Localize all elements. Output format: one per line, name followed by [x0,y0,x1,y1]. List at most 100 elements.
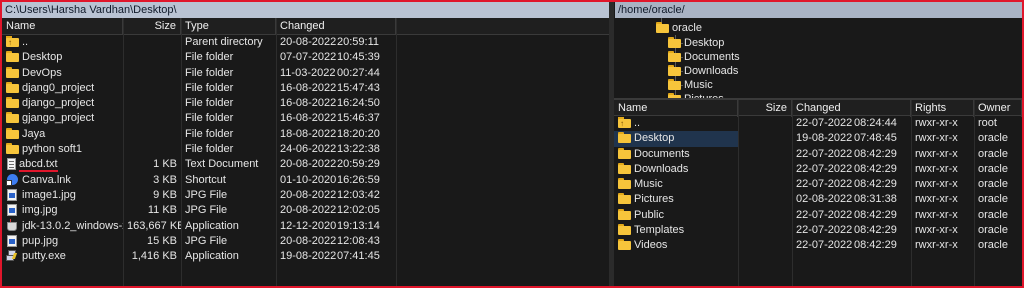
remote-file-name-cell[interactable]: Documents [614,147,738,162]
table-row[interactable]: abcd.txt 1 KB Text Document 20-08-2022 20:59… [2,157,609,173]
local-column-header: ⌃ Name Size Type Changed [2,18,609,35]
remote-file-name-cell[interactable]: Templates [614,223,738,238]
remote-file-size [738,162,792,177]
remote-file-name-cell[interactable]: Desktop [614,131,738,147]
column-changed-header[interactable]: Changed [276,18,396,35]
remote-file-date: 22-07-2022 [796,224,853,237]
table-row[interactable]: gjango_project File folder 16-08-2022 15:46… [2,111,609,126]
folder-icon [618,208,631,220]
file-name-cell[interactable]: gjango_project [2,111,123,126]
file-name-cell[interactable]: Jaya [2,127,123,142]
column-name-header[interactable]: ⌃ Name [2,18,123,35]
remote-file-time: 08:42:29 [854,178,897,191]
table-row[interactable]: DevOps File folder 11-03-2022 00:27:44 [2,66,609,81]
table-row[interactable]: python soft1 File folder 24-06-2022 13:22:3… [2,142,609,157]
remote-path-bar[interactable]: /home/oracle/ [615,2,1022,18]
remote-file-name-cell[interactable]: Pictures [614,192,738,207]
table-row[interactable]: img.jpg 11 KB JPG File 20-08-2022 12:02:05 [2,203,609,218]
file-name: Desktop [22,51,63,64]
file-name: abcd.txt [19,158,58,173]
table-row[interactable]: Videos 22-07-2022 08:42:29 rwxr-xr-x oracle [614,238,1022,253]
table-row[interactable]: Jaya File folder 18-08-2022 18:20:20 [2,127,609,142]
table-row[interactable]: Pictures 02-08-2022 08:31:38 rwxr-xr-x oracl… [614,192,1022,207]
column-size-label: Size [154,20,176,32]
file-name: jdk-13.0.2_windows-x6... [22,219,123,232]
file-time: 20:59:11 [337,36,380,48]
file-name-cell[interactable]: img.jpg [2,203,123,218]
remote-file-name-cell[interactable]: Music [614,177,738,192]
remote-file-date: 22-07-2022 [796,208,853,221]
remote-file-name-cell[interactable]: Downloads [614,162,738,177]
file-name-cell[interactable]: python soft1 [2,142,123,157]
remote-file-rights: rwxr-xr-x [915,147,958,160]
column-type-header[interactable]: Type [181,18,276,35]
file-name-cell[interactable]: putty.exe [2,249,123,264]
file-time: 13:22:38 [337,143,380,156]
table-row[interactable]: Desktop File folder 07-07-2022 10:45:39 [2,50,609,65]
file-type: JPG File [185,204,228,217]
file-name-cell[interactable]: django_project [2,96,123,111]
file-date: 20-08-2022 [280,158,337,171]
file-date: 24-06-2022 [280,143,337,156]
remote-column-size-header[interactable]: Size [738,100,792,117]
remote-column-size-label: Size [765,102,787,114]
file-name-cell[interactable]: Desktop [2,50,123,65]
remote-file-time: 08:42:29 [854,208,897,221]
folder-icon [6,143,19,155]
file-name-cell[interactable]: djang0_project [2,81,123,96]
remote-column-rights-header[interactable]: Rights [911,100,974,117]
table-row[interactable]: djang0_project File folder 16-08-2022 15:47… [2,81,609,96]
file-name: img.jpg [22,204,58,217]
tree-item-desktop[interactable]: Desktop [668,36,724,50]
table-row[interactable]: ↑.. Parent directory 20-08-2022 20:59:11 [2,35,609,50]
remote-file-name-cell[interactable]: Videos [614,238,738,253]
table-row[interactable]: django_project File folder 16-08-2022 16:24… [2,96,609,111]
tree-item-oracle[interactable]: oracle [656,21,702,35]
table-row[interactable]: Templates 22-07-2022 08:42:29 rwxr-xr-x orac… [614,223,1022,238]
remote-column-name-header[interactable]: ⌃ Name [614,100,738,117]
remote-panel: /home/oracle/ oracle Desktop Documents Down… [614,2,1022,286]
remote-file-date: 22-07-2022 [796,239,853,252]
table-row[interactable]: pup.jpg 15 KB JPG File 20-08-2022 12:08:43 [2,234,609,249]
column-changed-label: Changed [280,20,325,32]
remote-file-owner: root [978,117,997,129]
remote-file-rights: rwxr-xr-x [915,162,958,175]
table-row[interactable]: Documents 22-07-2022 08:42:29 rwxr-xr-x orac… [614,147,1022,162]
remote-file-owner: oracle [978,208,1008,221]
folder-icon [656,22,669,33]
local-path-bar[interactable]: C:\Users\Harsha Vardhan\Desktop\ [2,2,609,18]
remote-file-rights: rwxr-xr-x [915,132,958,145]
table-row[interactable]: putty.exe 1,416 KB Application 19-08-2022 07… [2,249,609,264]
file-name-cell[interactable]: DevOps [2,66,123,81]
tree-item-downloads[interactable]: Downloads [668,64,738,78]
tree-item-documents[interactable]: Documents [668,50,740,64]
file-size [123,127,181,142]
file-name-cell[interactable]: pup.jpg [2,234,123,249]
file-name-cell[interactable]: abcd.txt [2,157,123,173]
file-type: Application [185,219,239,232]
table-row[interactable]: ↑.. 22-07-2022 08:24:44 rwxr-xr-x root [614,116,1022,131]
remote-column-changed-header[interactable]: Changed [792,100,911,117]
tree-item-music[interactable]: Music [668,78,713,92]
remote-column-owner-header[interactable]: Owner [974,100,1022,117]
remote-file-name-cell[interactable]: ↑.. [614,116,738,131]
remote-file-name-cell[interactable]: Public [614,208,738,223]
remote-column-changed-label: Changed [796,102,841,114]
remote-file-time: 08:42:29 [854,162,897,175]
file-name-cell[interactable]: image1.jpg [2,188,123,203]
file-time: 07:41:45 [337,250,380,263]
file-name-cell[interactable]: jdk-13.0.2_windows-x6... [2,218,123,234]
table-row[interactable]: Downloads 22-07-2022 08:42:29 rwxr-xr-x orac… [614,162,1022,177]
file-size [123,111,181,126]
file-name-cell[interactable]: Canva.lnk [2,173,123,188]
table-row[interactable]: jdk-13.0.2_windows-x6... 163,667 KB Applic… [2,218,609,234]
table-row[interactable]: image1.jpg 9 KB JPG File 20-08-2022 12:03:42 [2,188,609,203]
table-row[interactable]: Canva.lnk 3 KB Shortcut 01-10-2020 16:26:59 [2,173,609,188]
table-row[interactable]: Music 22-07-2022 08:42:29 rwxr-xr-x oracle [614,177,1022,192]
file-name-cell[interactable]: ↑.. [2,35,123,50]
table-row[interactable]: Desktop 19-08-2022 07:48:45 rwxr-xr-x oracle [614,131,1022,147]
column-size-header[interactable]: Size [123,18,181,35]
local-file-list: ↑.. Parent directory 20-08-2022 20:59:11 Des… [2,35,609,264]
tree-item-pictures[interactable]: Pictures [668,92,724,98]
table-row[interactable]: Public 22-07-2022 08:42:29 rwxr-xr-x oracle [614,208,1022,223]
